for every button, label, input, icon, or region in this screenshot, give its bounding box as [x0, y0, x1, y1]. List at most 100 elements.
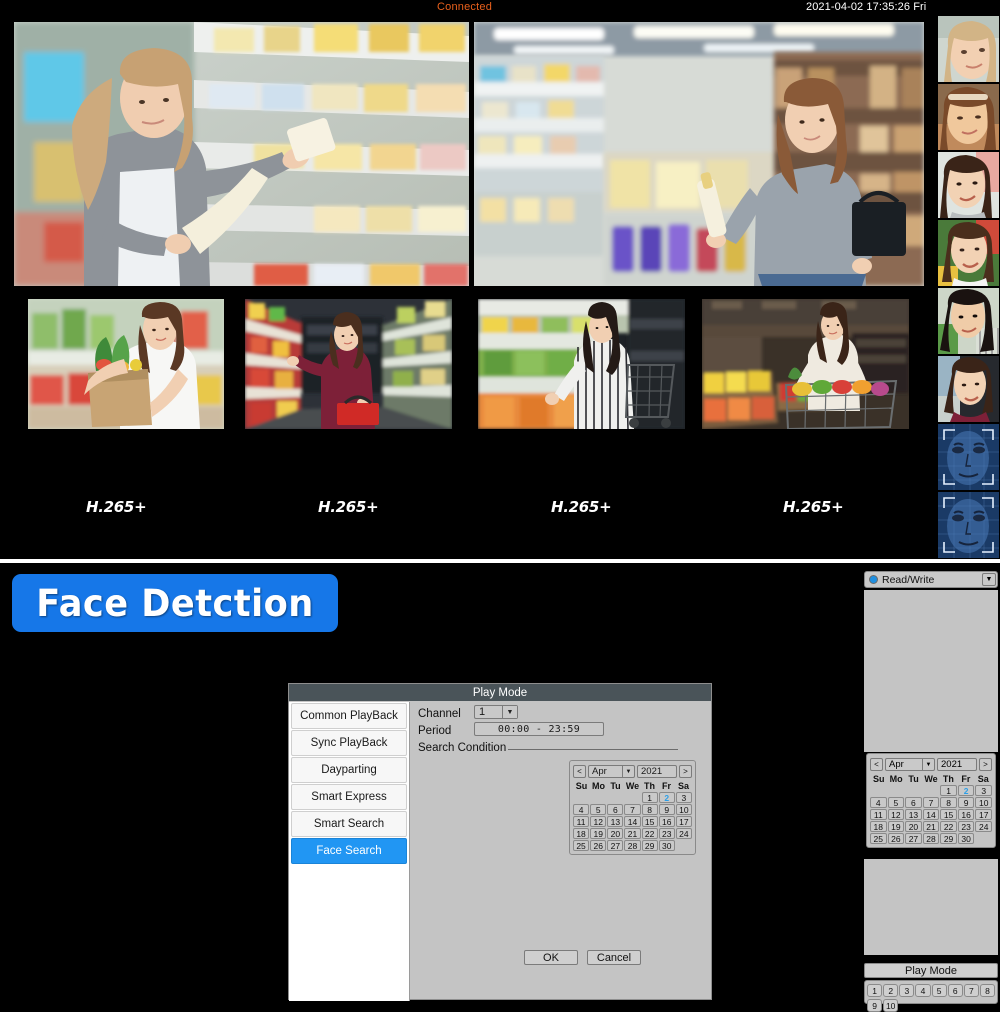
dialog-calendar-day-25[interactable]: 25 [573, 840, 590, 851]
sidebar-item-face-search[interactable]: Face Search [291, 838, 407, 864]
camera-tile-2[interactable] [474, 22, 924, 286]
panel-calendar-day-26[interactable]: 26 [887, 833, 905, 844]
camera-tile-5[interactable] [478, 299, 685, 429]
dialog-calendar-day-24[interactable]: 24 [675, 828, 692, 839]
sidebar-item-smart-search[interactable]: Smart Search [291, 811, 407, 837]
chevron-down-icon[interactable]: ▼ [502, 706, 517, 718]
dialog-calendar-day-2[interactable]: 2 [658, 792, 675, 803]
sidebar-item-dayparting[interactable]: Dayparting [291, 757, 407, 783]
dialog-calendar-day-6[interactable]: 6 [607, 804, 624, 815]
panel-calendar-day-29[interactable]: 29 [940, 833, 957, 844]
face-thumb-3[interactable] [938, 152, 999, 218]
period-input[interactable]: 00:00 - 23:59 [474, 722, 604, 736]
dialog-calendar-day-14[interactable]: 14 [624, 816, 641, 827]
panel-calendar-day-10[interactable]: 10 [975, 797, 992, 808]
face-thumb-8[interactable] [938, 492, 999, 558]
dialog-calendar-day-19[interactable]: 19 [590, 828, 607, 839]
channel-button-7[interactable]: 7 [963, 984, 979, 997]
dialog-calendar-day-4[interactable]: 4 [573, 804, 590, 815]
panel-calendar-day-13[interactable]: 13 [905, 809, 922, 820]
panel-calendar-day-19[interactable]: 19 [887, 821, 905, 832]
panel-calendar-day-1[interactable]: 1 [940, 785, 957, 796]
camera-tile-3[interactable] [28, 299, 224, 429]
panel-calendar-day-7[interactable]: 7 [922, 797, 940, 808]
panel-calendar-day-22[interactable]: 22 [940, 821, 957, 832]
panel-calendar-day-4[interactable]: 4 [870, 797, 887, 808]
face-thumb-5[interactable] [938, 288, 999, 354]
panel-calendar-day-27[interactable]: 27 [905, 833, 922, 844]
panel-calendar-day-2[interactable]: 2 [957, 785, 975, 796]
panel-calendar-day-25[interactable]: 25 [870, 833, 887, 844]
ok-button[interactable]: OK [524, 950, 578, 965]
calendar-year-input[interactable]: 2021 [637, 765, 677, 778]
panel-calendar-day-20[interactable]: 20 [905, 821, 922, 832]
dialog-calendar-day-10[interactable]: 10 [675, 804, 692, 815]
panel-calendar-day-12[interactable]: 12 [887, 809, 905, 820]
face-thumb-6[interactable] [938, 356, 999, 422]
panel-calendar-day-17[interactable]: 17 [975, 809, 992, 820]
dialog-calendar-day-5[interactable]: 5 [590, 804, 607, 815]
dialog-calendar-day-20[interactable]: 20 [607, 828, 624, 839]
dialog-calendar-day-26[interactable]: 26 [590, 840, 607, 851]
channel-select[interactable]: 1 ▼ [474, 705, 518, 719]
channel-button-2[interactable]: 2 [883, 984, 899, 997]
dialog-calendar-day-21[interactable]: 21 [624, 828, 641, 839]
panel-calendar-day-24[interactable]: 24 [975, 821, 992, 832]
camera-tile-6[interactable] [702, 299, 909, 429]
channel-button-3[interactable]: 3 [899, 984, 915, 997]
face-thumb-1[interactable] [938, 16, 999, 82]
channel-button-1[interactable]: 1 [867, 984, 883, 997]
panel-calendar-day-5[interactable]: 5 [887, 797, 905, 808]
panel-calendar-day-11[interactable]: 11 [870, 809, 887, 820]
panel-calendar-day-8[interactable]: 8 [940, 797, 957, 808]
panel-calendar-next-button[interactable]: > [979, 758, 992, 771]
dialog-calendar-day-8[interactable]: 8 [641, 804, 658, 815]
channel-button-8[interactable]: 8 [979, 984, 995, 997]
dialog-calendar-day-15[interactable]: 15 [641, 816, 658, 827]
channel-button-10[interactable]: 10 [883, 999, 899, 1012]
panel-calendar-day-21[interactable]: 21 [922, 821, 940, 832]
channel-button-9[interactable]: 9 [867, 999, 883, 1012]
sidebar-item-common-playback[interactable]: Common PlayBack [291, 703, 407, 729]
channel-button-6[interactable]: 6 [947, 984, 963, 997]
calendar-prev-button[interactable]: < [573, 765, 586, 778]
camera-tile-1[interactable] [14, 22, 469, 286]
face-thumb-4[interactable] [938, 220, 999, 286]
play-mode-button[interactable]: Play Mode [864, 963, 998, 978]
chevron-down-icon[interactable]: ▼ [622, 766, 634, 777]
chevron-down-icon[interactable]: ▼ [982, 573, 996, 586]
calendar-month-select[interactable]: Apr ▼ [588, 765, 635, 778]
panel-calendar-day-28[interactable]: 28 [922, 833, 940, 844]
chevron-down-icon[interactable]: ▼ [922, 759, 934, 770]
calendar-next-button[interactable]: > [679, 765, 692, 778]
dialog-calendar-day-16[interactable]: 16 [658, 816, 675, 827]
dialog-calendar-day-29[interactable]: 29 [641, 840, 658, 851]
dialog-calendar-day-11[interactable]: 11 [573, 816, 590, 827]
panel-calendar-day-30[interactable]: 30 [957, 833, 975, 844]
sidebar-item-sync-playback[interactable]: Sync PlayBack [291, 730, 407, 756]
panel-calendar-day-15[interactable]: 15 [940, 809, 957, 820]
dialog-calendar-day-23[interactable]: 23 [658, 828, 675, 839]
channel-button-5[interactable]: 5 [931, 984, 947, 997]
panel-calendar-day-3[interactable]: 3 [975, 785, 992, 796]
dialog-calendar-day-9[interactable]: 9 [658, 804, 675, 815]
cancel-button[interactable]: Cancel [587, 950, 641, 965]
face-thumb-2[interactable] [938, 84, 999, 150]
panel-calendar-day-14[interactable]: 14 [922, 809, 940, 820]
dialog-calendar-day-13[interactable]: 13 [607, 816, 624, 827]
dialog-calendar-day-22[interactable]: 22 [641, 828, 658, 839]
panel-calendar-day-9[interactable]: 9 [957, 797, 975, 808]
panel-calendar-day-16[interactable]: 16 [957, 809, 975, 820]
dialog-calendar-day-28[interactable]: 28 [624, 840, 641, 851]
dialog-calendar-day-12[interactable]: 12 [590, 816, 607, 827]
panel-calendar-day-18[interactable]: 18 [870, 821, 887, 832]
sidebar-item-smart-express[interactable]: Smart Express [291, 784, 407, 810]
panel-calendar-month-select[interactable]: Apr ▼ [885, 758, 935, 771]
dialog-calendar-day-30[interactable]: 30 [658, 840, 675, 851]
panel-calendar-day-23[interactable]: 23 [957, 821, 975, 832]
dialog-calendar-day-18[interactable]: 18 [573, 828, 590, 839]
channel-button-4[interactable]: 4 [915, 984, 931, 997]
camera-tile-4[interactable] [245, 299, 452, 429]
dialog-calendar-day-1[interactable]: 1 [641, 792, 658, 803]
dialog-calendar-day-17[interactable]: 17 [675, 816, 692, 827]
